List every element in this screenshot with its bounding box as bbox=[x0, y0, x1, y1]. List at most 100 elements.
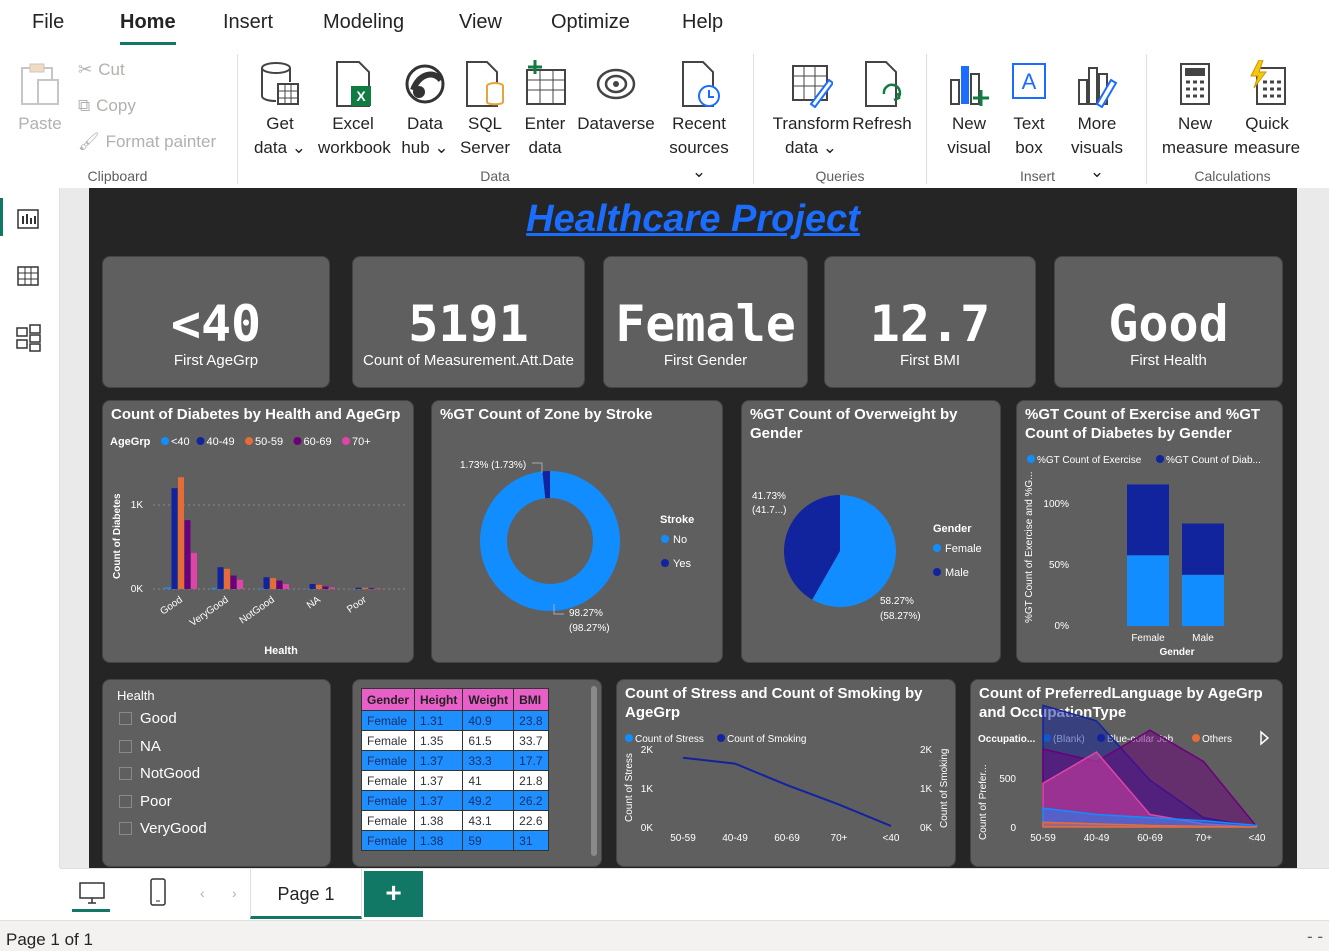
legend-item: Female bbox=[945, 543, 982, 555]
get-data-label-2: data ⌄ bbox=[253, 138, 307, 157]
slicer-option-na[interactable]: NA bbox=[119, 738, 161, 755]
kpi-card-first-health[interactable]: Good First Health bbox=[1054, 256, 1283, 388]
kpi-card-first-gender[interactable]: Female First Gender bbox=[603, 256, 808, 388]
svg-text:A: A bbox=[1022, 69, 1037, 94]
checkbox[interactable] bbox=[119, 795, 132, 808]
measurements-table[interactable]: Gender Height Weight BMI Female 1.31 40.9 2… bbox=[352, 679, 602, 867]
table-row[interactable]: Female 1.37 33.3 17.7 bbox=[360, 750, 549, 771]
table-view-icon[interactable] bbox=[16, 264, 40, 288]
report-view-icon[interactable] bbox=[16, 206, 40, 230]
bar-segment bbox=[1182, 523, 1224, 575]
legend-title: Gender bbox=[933, 523, 972, 535]
paste-button[interactable]: Paste bbox=[5, 60, 75, 136]
table-row[interactable]: Female 1.38 59 31 bbox=[360, 830, 549, 851]
excel-workbook-button[interactable]: X Excel workbook bbox=[318, 60, 391, 160]
recent-label-1: Recent bbox=[672, 114, 726, 133]
legend-marker bbox=[717, 734, 725, 742]
menu-view[interactable]: View bbox=[459, 11, 502, 34]
donut-hole bbox=[507, 498, 593, 584]
refresh-button[interactable]: Refresh bbox=[850, 60, 914, 136]
table-cell: 1.35 bbox=[414, 730, 464, 751]
model-view-icon[interactable] bbox=[16, 324, 42, 352]
health-slicer[interactable]: Health Good NA NotGood Poor VeryGood bbox=[102, 679, 331, 867]
menu-home[interactable]: Home bbox=[120, 11, 176, 45]
slicer-option-poor[interactable]: Poor bbox=[119, 793, 172, 810]
menu-bar: File Home Insert Modeling View Optimize … bbox=[0, 0, 1329, 46]
table-cell: 31 bbox=[513, 830, 549, 851]
refresh-label: Refresh bbox=[852, 114, 912, 133]
menu-modeling[interactable]: Modeling bbox=[323, 11, 404, 34]
table-row[interactable]: Female 1.38 43.1 22.6 bbox=[360, 810, 549, 831]
menu-insert[interactable]: Insert bbox=[223, 11, 273, 34]
status-more-icon[interactable]: - - bbox=[1307, 927, 1323, 947]
menu-optimize[interactable]: Optimize bbox=[551, 11, 630, 34]
legend-item: Male bbox=[945, 567, 969, 579]
recent-sources-button[interactable]: Recent sources ⌄ bbox=[660, 60, 738, 184]
kpi-card-first-bmi[interactable]: 12.7 First BMI bbox=[824, 256, 1036, 388]
enter-data-button[interactable]: Enter data bbox=[510, 60, 580, 160]
scroll-left-icon[interactable]: ‹ bbox=[200, 885, 205, 901]
transform-data-button[interactable]: Transform data ⌄ bbox=[768, 60, 854, 160]
kpi-value: <40 bbox=[170, 295, 262, 353]
stroke-donut-chart[interactable]: %GT Count of Zone by Stroke 1.73% (1.73%… bbox=[431, 400, 723, 663]
table-row[interactable]: Female 1.35 61.5 33.7 bbox=[360, 730, 549, 751]
kpi-card-first-agegrp[interactable]: <40 First AgeGrp bbox=[102, 256, 330, 388]
checkbox[interactable] bbox=[119, 712, 132, 725]
checkbox[interactable] bbox=[119, 740, 132, 753]
column-header[interactable]: Height bbox=[414, 688, 464, 711]
legend-item: No bbox=[673, 534, 687, 546]
slicer-option-notgood[interactable]: NotGood bbox=[119, 765, 200, 782]
table-cell: 40.9 bbox=[462, 710, 515, 731]
x-tick-label: 40-49 bbox=[1084, 833, 1110, 844]
column-header[interactable]: BMI bbox=[513, 688, 549, 711]
overweight-pie-chart[interactable]: %GT Count of Overweight by Gender 41.73%… bbox=[741, 400, 1001, 663]
transform-label-2: data ⌄ bbox=[784, 138, 838, 157]
checkbox[interactable] bbox=[119, 767, 132, 780]
dataverse-button[interactable]: Dataverse bbox=[575, 60, 657, 136]
more-visuals-button[interactable]: More visuals ⌄ bbox=[1062, 60, 1132, 184]
legend-next-icon[interactable] bbox=[1260, 730, 1270, 746]
copy-button[interactable]: ⧉ Copy bbox=[78, 96, 136, 116]
desktop-layout-icon[interactable] bbox=[78, 881, 106, 905]
table-row[interactable]: Female 1.37 49.2 26.2 bbox=[360, 790, 549, 811]
slicer-option-good[interactable]: Good bbox=[119, 710, 177, 727]
column-header[interactable]: Gender bbox=[360, 688, 416, 711]
table-row[interactable]: Female 1.31 40.9 23.8 bbox=[360, 710, 549, 731]
transform-label-1: Transform bbox=[772, 114, 850, 133]
text-box-button[interactable]: A Text box bbox=[994, 60, 1064, 160]
stress-smoking-line-chart[interactable]: Count of Stress and Count of Smoking by … bbox=[616, 679, 956, 867]
new-measure-button[interactable]: New measure bbox=[1160, 60, 1230, 160]
menu-file[interactable]: File bbox=[32, 11, 64, 34]
calculator-icon bbox=[1180, 63, 1210, 105]
mobile-layout-icon[interactable] bbox=[148, 877, 168, 907]
legend-item: 70+ bbox=[352, 436, 371, 448]
diabetes-by-health-chart[interactable]: Count of Diabetes by Health and AgeGrp A… bbox=[102, 400, 414, 663]
menu-help[interactable]: Help bbox=[682, 11, 723, 34]
scroll-right-icon[interactable]: › bbox=[232, 885, 237, 901]
y-tick: 500 bbox=[999, 774, 1016, 785]
quick-measure-button[interactable]: Quick measure bbox=[1232, 60, 1302, 160]
get-data-button[interactable]: Get data ⌄ bbox=[245, 60, 315, 160]
exercise-diabetes-bar-chart[interactable]: %GT Count of Exercise and %GT Count of D… bbox=[1016, 400, 1283, 663]
preferred-language-area-chart[interactable]: Count of PreferredLanguage by AgeGrp and… bbox=[970, 679, 1283, 867]
page-count-status: Page 1 of 1 bbox=[6, 930, 93, 949]
cut-button[interactable]: ✂ Cut bbox=[78, 60, 125, 80]
format-painter-button[interactable]: 🖌 Format painter bbox=[78, 132, 216, 152]
checkbox[interactable] bbox=[119, 822, 132, 835]
table-cell: Female bbox=[360, 830, 416, 851]
slicer-option-verygood[interactable]: VeryGood bbox=[119, 820, 207, 837]
table-scrollbar[interactable] bbox=[591, 686, 597, 856]
add-page-button[interactable]: + bbox=[364, 871, 423, 917]
y-tick-right: 0K bbox=[920, 823, 933, 834]
bar bbox=[283, 583, 289, 589]
data-table: Gender Height Weight BMI Female 1.31 40.9 2… bbox=[360, 688, 549, 851]
column-header[interactable]: Weight bbox=[462, 688, 515, 711]
page-tab-page-1[interactable]: Page 1 bbox=[250, 869, 362, 919]
legend-item: %GT Count of Exercise bbox=[1037, 455, 1142, 466]
kpi-card-count-measurement[interactable]: 5191 Count of Measurement.Att.Date bbox=[352, 256, 585, 388]
table-row[interactable]: Female 1.37 41 21.8 bbox=[360, 770, 549, 791]
lines: 50-59 40-49 60-69 70+ <40 bbox=[670, 756, 900, 844]
slicer-option-label: NotGood bbox=[140, 765, 201, 782]
x-tick-label: 50-59 bbox=[670, 833, 696, 844]
legend-marker bbox=[196, 437, 205, 445]
